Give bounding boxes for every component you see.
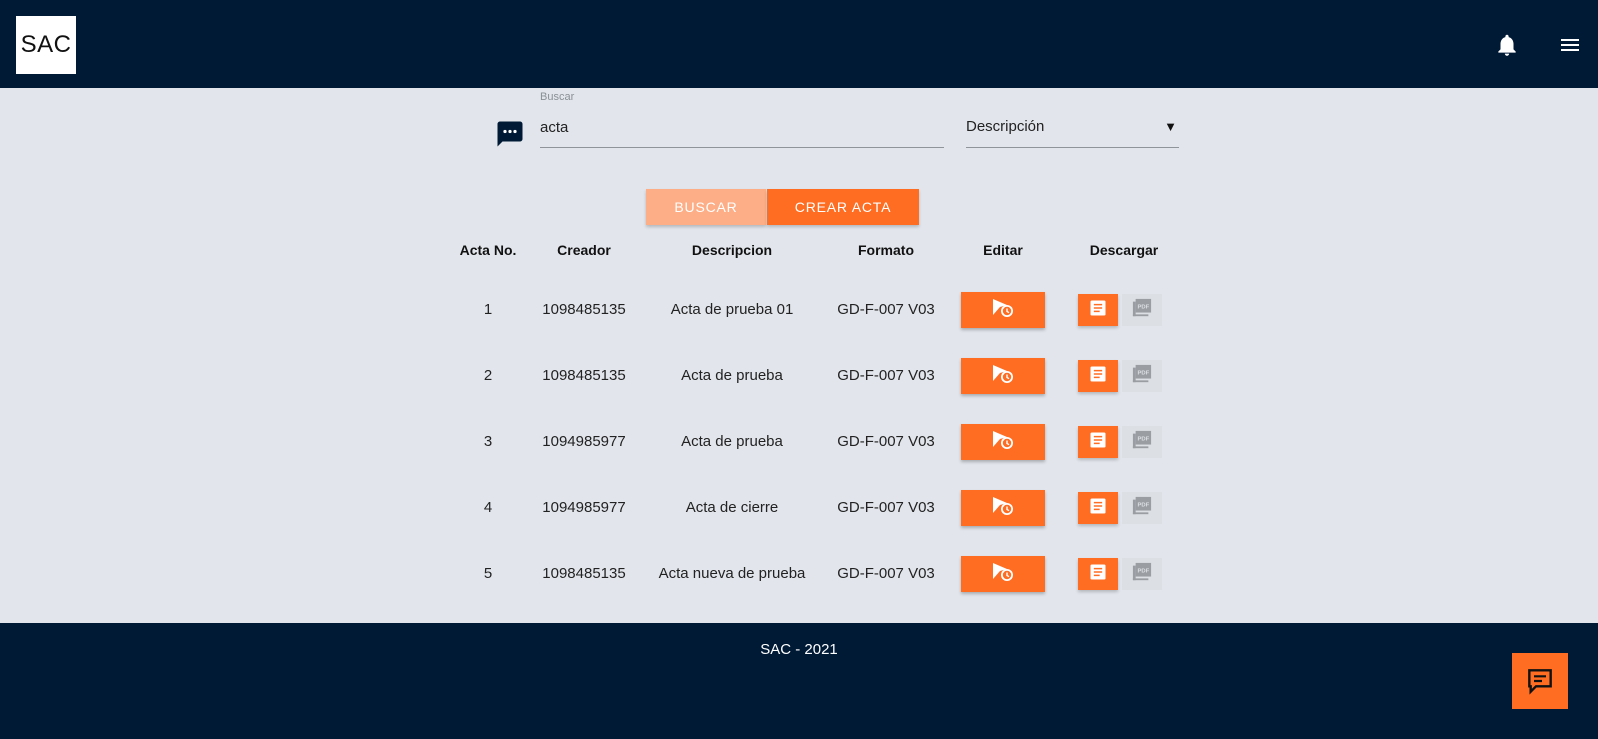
svg-text:PDF: PDF — [1137, 370, 1149, 376]
header-descargar: Descargar — [1089, 242, 1159, 258]
cell-formato: GD-F-007 V03 — [837, 433, 935, 450]
cell-formato: GD-F-007 V03 — [837, 367, 935, 384]
header-acta-no: Acta No. — [459, 242, 517, 258]
cell-descripcion: Acta nueva de prueba — [658, 565, 806, 582]
send-clock-icon — [991, 363, 1015, 390]
cell-creador: 1094985977 — [542, 499, 626, 516]
header-formato: Formato — [858, 242, 914, 258]
pdf-icon: PDF — [1131, 496, 1153, 521]
search-filter-select[interactable]: Descripción ▼ — [966, 108, 1179, 148]
svg-text:PDF: PDF — [1137, 436, 1149, 442]
download-pdf-button[interactable]: PDF — [1122, 558, 1162, 590]
svg-text:PDF: PDF — [1137, 568, 1149, 574]
edit-send-button[interactable] — [961, 358, 1045, 394]
svg-text:PDF: PDF — [1137, 304, 1149, 310]
top-app-bar — [0, 0, 1598, 88]
edit-send-button[interactable] — [961, 556, 1045, 592]
pdf-icon: PDF — [1131, 430, 1153, 455]
cell-acta-no: 5 — [483, 565, 493, 582]
cell-creador: 1094985977 — [542, 433, 626, 450]
download-doc-button[interactable] — [1078, 492, 1118, 524]
cell-acta-no: 2 — [483, 367, 493, 384]
edit-send-button[interactable] — [961, 490, 1045, 526]
cell-descripcion: Acta de prueba — [681, 433, 783, 450]
cell-creador: 1098485135 — [542, 301, 626, 318]
edit-send-button[interactable] — [961, 424, 1045, 460]
document-icon — [1088, 496, 1108, 521]
cell-acta-no: 1 — [483, 301, 493, 318]
bell-icon[interactable] — [1494, 32, 1520, 58]
svg-text:PDF: PDF — [1137, 502, 1149, 508]
cell-descripcion: Acta de cierre — [685, 499, 779, 516]
cell-acta-no: 4 — [483, 499, 493, 516]
send-clock-icon — [991, 495, 1015, 522]
cell-formato: GD-F-007 V03 — [837, 565, 935, 582]
search-input[interactable] — [540, 108, 944, 148]
document-icon — [1088, 430, 1108, 455]
cell-formato: GD-F-007 V03 — [837, 499, 935, 516]
download-pdf-button[interactable]: PDF — [1122, 492, 1162, 524]
chat-bubble-dots-icon — [495, 119, 525, 147]
cell-descripcion: Acta de prueba 01 — [670, 301, 794, 318]
edit-send-button[interactable] — [961, 292, 1045, 328]
select-value: Descripción — [966, 118, 1045, 135]
footer-text: SAC - 2021 — [760, 641, 838, 658]
download-doc-button[interactable] — [1078, 294, 1118, 326]
feedback-chat-icon[interactable] — [1512, 653, 1568, 709]
send-clock-icon — [991, 561, 1015, 588]
document-icon — [1088, 562, 1108, 587]
pdf-icon: PDF — [1131, 364, 1153, 389]
cell-acta-no: 3 — [483, 433, 493, 450]
send-clock-icon — [991, 429, 1015, 456]
main-content — [0, 88, 1598, 623]
download-doc-button[interactable] — [1078, 426, 1118, 458]
hamburger-menu-icon[interactable] — [1557, 33, 1583, 57]
header-creador: Creador — [557, 242, 611, 258]
pdf-icon: PDF — [1131, 562, 1153, 587]
download-pdf-button[interactable]: PDF — [1122, 360, 1162, 392]
cell-creador: 1098485135 — [542, 565, 626, 582]
cell-formato: GD-F-007 V03 — [837, 301, 935, 318]
cell-creador: 1098485135 — [542, 367, 626, 384]
download-doc-button[interactable] — [1078, 360, 1118, 392]
download-doc-button[interactable] — [1078, 558, 1118, 590]
cell-descripcion: Acta de prueba — [681, 367, 783, 384]
sac-logo[interactable]: SAC — [16, 16, 76, 74]
download-pdf-button[interactable]: PDF — [1122, 294, 1162, 326]
pdf-icon: PDF — [1131, 298, 1153, 323]
document-icon — [1088, 298, 1108, 323]
dropdown-arrow-icon: ▼ — [1164, 119, 1177, 134]
buscar-button[interactable]: BUSCAR — [646, 189, 766, 225]
header-descripcion: Descripcion — [691, 242, 773, 258]
header-editar: Editar — [983, 242, 1023, 258]
document-icon — [1088, 364, 1108, 389]
send-clock-icon — [991, 297, 1015, 324]
download-pdf-button[interactable]: PDF — [1122, 426, 1162, 458]
crear-acta-button[interactable]: CREAR ACTA — [767, 189, 919, 225]
search-label: Buscar — [540, 91, 575, 103]
